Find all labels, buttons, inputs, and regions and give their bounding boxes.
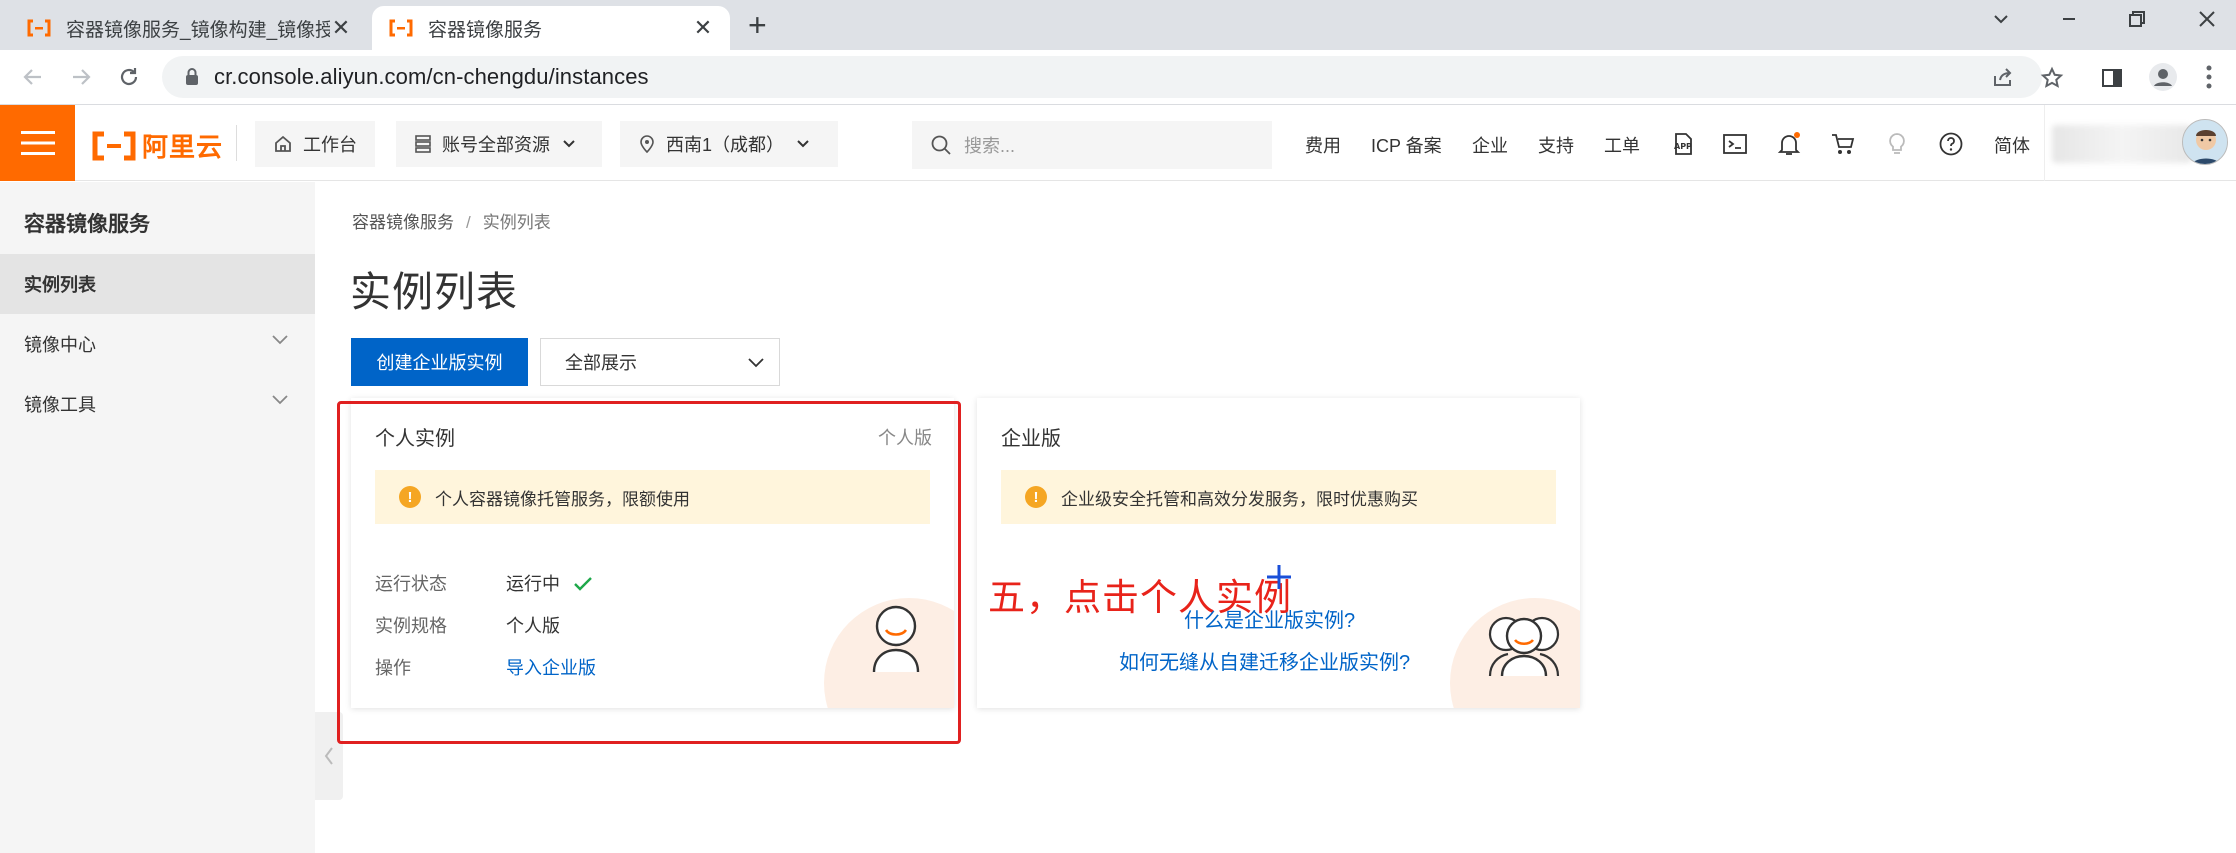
instance-filter-select[interactable]: 全部展示 (540, 338, 780, 386)
close-window-icon[interactable] (2196, 8, 2218, 30)
tutorial-annotation: 五，点击个人实例 (988, 577, 1292, 618)
app-icon[interactable]: APP (1668, 131, 1694, 157)
help-icon[interactable] (1938, 131, 1964, 157)
back-arrow-icon[interactable] (16, 60, 50, 94)
filter-value: 全部展示 (565, 353, 637, 373)
resource-stack-icon (415, 135, 431, 153)
lightbulb-icon[interactable] (1884, 131, 1910, 157)
breadcrumb-link[interactable]: 容器镜像服务 (352, 213, 454, 232)
enterprise-mascot-icon (1488, 616, 1560, 677)
sidepanel-icon[interactable] (2100, 66, 2124, 90)
new-tab-button[interactable]: + (748, 8, 767, 42)
nav-link-icp[interactable]: ICP 备案 (1371, 132, 1442, 158)
location-pin-icon (640, 135, 654, 154)
aliyun-logo-icon (92, 131, 136, 160)
sidebar-item-image-center[interactable]: 镜像中心 (0, 314, 315, 374)
minimize-icon[interactable] (2058, 8, 2080, 30)
sidebar-title: 容器镜像服务 (24, 213, 150, 236)
browser-menu-icon[interactable] (2204, 64, 2214, 90)
chevron-down-icon (272, 335, 288, 345)
share-icon[interactable] (1992, 66, 2014, 88)
highlight-box (337, 401, 961, 744)
sidebar-item-label: 镜像中心 (24, 335, 96, 355)
bookmark-star-icon[interactable] (2040, 66, 2064, 90)
aliyun-favicon-icon (26, 18, 52, 38)
warning-icon: ! (1025, 486, 1047, 508)
sidebar-item-image-tools[interactable]: 镜像工具 (0, 374, 315, 434)
topbar-divider (2044, 105, 2045, 181)
cart-icon[interactable] (1830, 131, 1856, 157)
browser-tab-2[interactable]: 容器镜像服务 ✕ (372, 6, 730, 50)
page-title: 实例列表 (350, 269, 518, 315)
svg-text:APP: APP (1674, 142, 1692, 151)
search-icon (931, 135, 951, 155)
url-bar[interactable]: cr.console.aliyun.com/cn-chengdu/instanc… (162, 56, 2042, 98)
hamburger-menu-button[interactable] (0, 105, 75, 181)
tab-search-icon[interactable] (1990, 8, 2012, 30)
browser-tab-1[interactable]: 容器镜像服务_镜像构建_镜像授权 ✕ (10, 6, 368, 50)
browser-tab-1-title: 容器镜像服务_镜像构建_镜像授权 (66, 19, 330, 41)
workbench-button[interactable]: 工作台 (255, 121, 375, 167)
nav-link-billing[interactable]: 费用 (1305, 132, 1341, 158)
breadcrumb-separator: / (466, 213, 471, 232)
notification-bell-icon[interactable] (1776, 131, 1802, 157)
home-icon (275, 135, 291, 152)
search-placeholder: 搜索... (964, 136, 1016, 156)
mouse-crosshair-icon (1267, 565, 1291, 589)
account-name-blurred[interactable] (2052, 125, 2192, 163)
create-enterprise-instance-button[interactable]: 创建企业版实例 (351, 338, 528, 386)
workbench-label: 工作台 (303, 135, 357, 155)
browser-tab-2-title: 容器镜像服务 (428, 19, 543, 41)
logo-text: 阿里云 (142, 132, 224, 162)
language-switch[interactable]: 简体 (1994, 132, 2030, 158)
sidebar: 容器镜像服务 实例列表 镜像中心 镜像工具 (0, 182, 315, 853)
console-top-bar: 阿里云 工作台 账号全部资源 西南1（成都） 搜索... 费用 ICP 备案 企… (0, 105, 2236, 181)
sidebar-item-instance-list[interactable]: 实例列表 (0, 254, 315, 314)
reload-icon[interactable] (112, 60, 146, 94)
forward-arrow-icon[interactable] (64, 60, 98, 94)
chevron-down-icon (797, 140, 809, 148)
breadcrumb: 容器镜像服务 / 实例列表 (352, 208, 551, 233)
nav-link-ticket[interactable]: 工单 (1604, 132, 1640, 158)
browser-tab-strip: 容器镜像服务_镜像构建_镜像授权 ✕ 容器镜像服务 ✕ + (0, 0, 2236, 50)
account-resources-dropdown[interactable]: 账号全部资源 (396, 121, 602, 167)
nav-link-enterprise[interactable]: 企业 (1472, 132, 1508, 158)
sidebar-item-label: 镜像工具 (24, 395, 96, 415)
nav-link-support[interactable]: 支持 (1538, 132, 1574, 158)
hamburger-icon (20, 131, 55, 155)
card-title: 企业版 (1001, 428, 1061, 450)
region-selector[interactable]: 西南1（成都） (620, 121, 838, 167)
notice-banner: ! 企业级安全托管和高效分发服务，限时优惠购买 (1001, 470, 1556, 524)
lock-icon[interactable] (184, 67, 200, 87)
chevron-down-icon (563, 140, 575, 148)
logo-divider (236, 125, 237, 161)
tab-close-icon[interactable]: ✕ (692, 15, 714, 41)
enterprise-instance-card[interactable]: 企业版 ! 企业级安全托管和高效分发服务，限时优惠购买 什么是企业版实例? 如何… (977, 398, 1580, 708)
url-text: cr.console.aliyun.com/cn-chengdu/instanc… (214, 64, 649, 89)
aliyun-favicon-icon (388, 18, 414, 38)
breadcrumb-current: 实例列表 (482, 213, 551, 232)
profile-icon[interactable] (2148, 62, 2178, 92)
browser-address-bar: cr.console.aliyun.com/cn-chengdu/instanc… (0, 50, 2236, 105)
sidebar-item-label: 实例列表 (24, 275, 96, 295)
region-label: 西南1（成都） (666, 135, 785, 155)
avatar[interactable] (2182, 119, 2228, 165)
chevron-down-icon (272, 395, 288, 405)
console-search-input[interactable]: 搜索... (912, 121, 1272, 169)
aliyun-logo[interactable]: 阿里云 (92, 127, 223, 164)
chevron-down-icon (748, 358, 764, 368)
notice-text: 企业级安全托管和高效分发服务，限时优惠购买 (1061, 489, 1418, 509)
restore-icon[interactable] (2126, 8, 2148, 30)
migrate-enterprise-link[interactable]: 如何无缝从自建迁移企业版实例? (1119, 646, 1410, 675)
tab-close-icon[interactable]: ✕ (330, 15, 352, 41)
account-resources-label: 账号全部资源 (442, 135, 550, 155)
chevron-left-icon (324, 747, 333, 765)
terminal-icon[interactable] (1722, 131, 1748, 157)
